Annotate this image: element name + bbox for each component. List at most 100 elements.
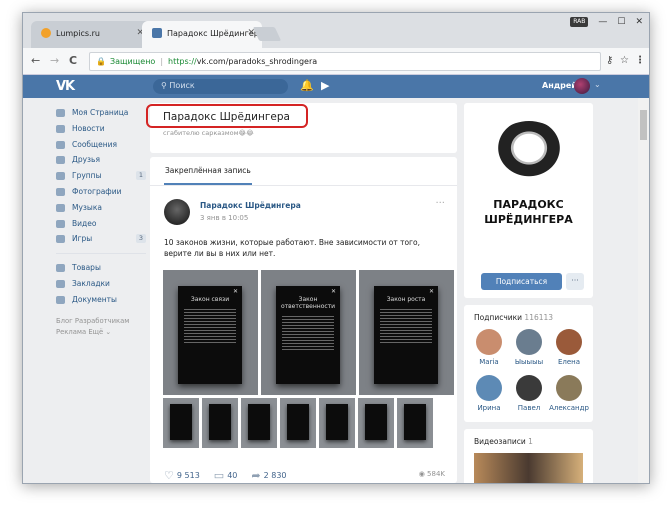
thumbnail-card (326, 404, 348, 440)
sidebar-item-messages[interactable]: Сообщения (56, 137, 146, 153)
post-image[interactable]: ✕ Закон ответственности (261, 270, 356, 395)
tab-title: Lumpics.ru (56, 29, 100, 38)
subscribers-count: 116113 (524, 313, 554, 322)
address-bar[interactable]: 🔒 Защищено | https://vk.com/paradoks_shrodi… (89, 52, 601, 71)
games-count-badge: 3 (135, 234, 146, 244)
comment-count: 40 (227, 471, 238, 480)
sidebar-item-photos[interactable]: Фотографии (56, 184, 146, 200)
close-window-icon[interactable]: ✕ (635, 17, 643, 27)
tab-lumpics[interactable]: Lumpics.ru ✕ (31, 21, 151, 48)
subscriber-name: Maria (479, 358, 499, 366)
law-card: ✕ Закон ответственности (276, 286, 340, 384)
subscriber-item[interactable]: Ыыыыы (509, 329, 549, 366)
notifications-bell-icon[interactable]: 🔔 (300, 79, 314, 92)
post-thumbnail[interactable] (202, 398, 238, 448)
videos-header[interactable]: Видеозаписи 1 (474, 437, 533, 446)
avatar (556, 329, 582, 355)
sidebar-item-bookmarks[interactable]: Закладки (56, 276, 146, 292)
profile-badge[interactable]: RAB (570, 17, 589, 27)
subscriber-item[interactable]: Александр (549, 375, 589, 412)
chevron-down-icon[interactable]: ⌄ (594, 80, 601, 89)
more-actions-button[interactable]: ··· (566, 273, 584, 290)
footer-links-2[interactable]: Реклама Ещё ⌄ (56, 327, 146, 338)
forward-arrow-icon[interactable]: → (50, 54, 59, 67)
post-thumbnail[interactable] (280, 398, 316, 448)
sidebar-item-news[interactable]: Новости (56, 121, 146, 137)
tab-paradox[interactable]: Парадокс Шрёдингера ✕ (142, 21, 264, 48)
sidebar-item-label: Документы (72, 294, 117, 304)
subscriber-name: Павел (517, 404, 541, 412)
pinned-post: Закреплённая запись Парадокс Шрёдингера … (150, 157, 457, 483)
post-thumbnail[interactable] (397, 398, 433, 448)
sidebar-item-label: Закладки (72, 278, 110, 288)
highlight-frame (146, 104, 308, 128)
card-text-lines (184, 307, 236, 343)
post-author[interactable]: Парадокс Шрёдингера (200, 201, 301, 210)
subscribers-header[interactable]: Подписчики 116113 (474, 313, 553, 322)
post-date[interactable]: 3 янв в 10:05 (200, 214, 248, 222)
thumbnail-card (287, 404, 309, 440)
vk-favicon-icon (152, 28, 162, 38)
scrollbar[interactable] (638, 98, 649, 483)
post-thumbnail[interactable] (358, 398, 394, 448)
key-icon[interactable]: ⚷ (606, 55, 613, 66)
subscriber-item[interactable]: Ирина (469, 375, 509, 412)
share-count: 2 830 (263, 471, 287, 480)
post-thumbnail[interactable] (319, 398, 355, 448)
subscribe-button[interactable]: Подписаться (481, 273, 562, 290)
sidebar-item-label: Новости (72, 123, 105, 133)
sidebar-item-friends[interactable]: Друзья (56, 152, 146, 168)
window-controls: RAB — ☐ ✕ (570, 17, 643, 27)
messages-icon (56, 140, 65, 149)
browser-menu-icon[interactable]: ⋮ (635, 55, 645, 66)
footer-links-1[interactable]: Блог Разработчикам (56, 316, 146, 327)
community-avatar[interactable]: ПАРАДОКС ШРЁДИНГЕРА (478, 116, 579, 244)
search-input[interactable]: ⚲ Поиск (153, 79, 288, 94)
post-image[interactable]: ✕ Закон связи (163, 270, 258, 395)
minimize-icon[interactable]: — (598, 17, 607, 27)
back-arrow-icon[interactable]: ← (31, 54, 40, 67)
shopping-bag-icon (56, 264, 65, 273)
heart-icon: ♡ (164, 469, 174, 482)
video-thumbnail[interactable] (474, 453, 583, 483)
sidebar-item-video[interactable]: Видео (56, 216, 146, 232)
sidebar-footer: Блог Разработчикам Реклама Ещё ⌄ (56, 316, 146, 338)
bookmark-star-icon[interactable]: ☆ (620, 55, 629, 66)
post-thumbnail[interactable] (241, 398, 277, 448)
vk-header: VK ⚲ Поиск 🔔 ▶ Андрей ⌄ (23, 75, 649, 98)
sidebar-item-goods[interactable]: Товары (56, 260, 146, 276)
sidebar-item-music[interactable]: Музыка (56, 200, 146, 216)
post-thumbnail[interactable] (163, 398, 199, 448)
avatar (516, 329, 542, 355)
tab-pinned-post[interactable]: Закреплённая запись (164, 157, 252, 185)
sidebar-item-label: Сообщения (72, 139, 118, 149)
comment-button[interactable]: ▭ 40 (214, 469, 238, 482)
reload-icon[interactable]: C (69, 54, 77, 67)
home-icon (56, 109, 65, 117)
post-more-icon[interactable]: ··· (435, 198, 445, 209)
videos-block: Видеозаписи 1 (464, 429, 593, 483)
subscriber-item[interactable]: Елена (549, 329, 589, 366)
sidebar-item-label: Товары (72, 263, 101, 273)
post-author-avatar[interactable] (164, 199, 190, 225)
gamepad-icon (56, 235, 65, 244)
sidebar-item-label: Фотографии (72, 186, 122, 196)
post-image[interactable]: ✕ Закон роста (359, 270, 454, 395)
like-button[interactable]: ♡ 9 513 (164, 469, 200, 482)
videos-label: Видеозаписи (474, 437, 526, 446)
user-avatar[interactable] (574, 78, 590, 94)
music-player-icon[interactable]: ▶ (321, 79, 329, 92)
sidebar-item-my-page[interactable]: Моя Страница (56, 105, 146, 121)
subscriber-item[interactable]: Павел (509, 375, 549, 412)
star-icon (56, 279, 65, 288)
user-name[interactable]: Андрей (542, 81, 577, 90)
scrollbar-thumb[interactable] (640, 110, 647, 140)
tab-divider (150, 185, 457, 186)
vk-logo[interactable]: VK (56, 79, 75, 94)
maximize-icon[interactable]: ☐ (617, 17, 625, 27)
sidebar-item-documents[interactable]: Документы (56, 292, 146, 308)
share-button[interactable]: ➦ 2 830 (251, 469, 286, 482)
sidebar-item-groups[interactable]: Группы 1 (56, 168, 146, 184)
sidebar-item-games[interactable]: Игры 3 (56, 231, 146, 247)
subscriber-item[interactable]: Maria (469, 329, 509, 366)
